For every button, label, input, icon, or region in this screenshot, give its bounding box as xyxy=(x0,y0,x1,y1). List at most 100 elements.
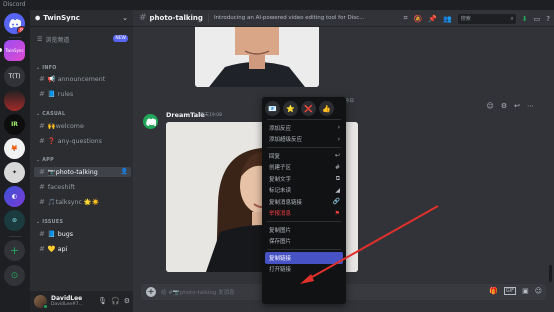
gear-icon[interactable]: ⚙ xyxy=(124,297,130,305)
category-casual[interactable]: ⌄ CASUAL xyxy=(36,112,65,117)
gift-icon[interactable]: 🎁 xyxy=(489,287,498,295)
bell-icon[interactable]: 🔕 xyxy=(414,15,423,23)
menu-create-thread[interactable]: 创建子区 # xyxy=(265,162,343,174)
server-twinsync[interactable]: TwinSync xyxy=(4,40,25,61)
server-red[interactable] xyxy=(4,90,25,111)
channel-announcement[interactable]: # 📢 announcement xyxy=(34,74,131,84)
channel-emoji: 📷 xyxy=(47,169,56,176)
search-input[interactable]: 搜索 ⌕ xyxy=(457,13,516,24)
menu-add-reaction[interactable]: 添加反应 › xyxy=(265,122,343,134)
avatar[interactable] xyxy=(34,295,48,309)
headphones-icon[interactable]: 🎧 xyxy=(111,297,120,305)
sticker-icon[interactable]: ▣ xyxy=(522,287,529,295)
menu-copy-image[interactable]: 复制图片 xyxy=(265,224,343,236)
menu-label: 复制图片 xyxy=(269,227,292,234)
category-info[interactable]: ⌄ INFO xyxy=(36,66,57,71)
hash-icon: # xyxy=(39,90,45,98)
reaction-cross[interactable]: ❌ xyxy=(301,101,316,116)
channel-emoji: 💛 xyxy=(47,246,56,253)
channel-rules[interactable]: # 📘 rules xyxy=(34,89,131,99)
server-ir[interactable]: IR xyxy=(4,114,25,135)
edit-icon[interactable]: ⚙ xyxy=(501,102,507,110)
reply-icon: ↩ xyxy=(334,152,340,159)
download-icon[interactable]: ⬇ xyxy=(522,15,528,23)
hash-icon: # xyxy=(39,137,45,145)
copy-icon: ⧉ xyxy=(335,175,340,182)
hash-icon: # xyxy=(39,75,45,83)
server-blue[interactable]: ◐ xyxy=(4,186,25,207)
menu-open-link[interactable]: 打开链接 xyxy=(265,264,343,276)
shield-icon: ⬢ xyxy=(35,14,41,22)
hash-icon: # xyxy=(39,230,45,238)
server-t[interactable]: T(T) xyxy=(4,66,25,87)
chevron-right-icon: › xyxy=(337,124,340,131)
hash-icon: # xyxy=(39,122,45,130)
category-label: APP xyxy=(42,158,54,163)
menu-report-message[interactable]: 举报消息 ⚑ xyxy=(265,208,343,220)
channel-bugs[interactable]: # 📘 bugs xyxy=(34,229,131,239)
menu-mark-unread[interactable]: 标记未读 ◢ xyxy=(265,185,343,197)
server-fox[interactable]: 🦊 xyxy=(4,138,25,159)
reaction-thumbs-up[interactable]: 👍 xyxy=(319,101,334,116)
add-server-button[interactable]: + xyxy=(4,240,25,261)
previous-image[interactable] xyxy=(195,27,319,87)
browse-channels[interactable]: ☰ 浏览频道 NEW xyxy=(33,34,130,45)
message-timestamp: 昨天19:08 xyxy=(200,113,222,118)
discover-button[interactable]: ⊙ xyxy=(4,265,25,286)
channel-photo-talking[interactable]: # 📷 photo-talking 👤 xyxy=(34,167,131,177)
help-icon[interactable]: ? xyxy=(546,15,550,23)
bot-avatar[interactable] xyxy=(143,114,158,129)
link-icon: 🔗 xyxy=(332,198,340,205)
header-divider xyxy=(207,13,209,23)
channel-topic[interactable]: Introducing an AI-powered video editing … xyxy=(214,15,364,21)
unread-badge: 9 xyxy=(17,26,25,34)
chevron-down-icon: ⌄ xyxy=(122,14,128,22)
channel-any-questions[interactable]: # ❓ any-questions xyxy=(34,136,131,146)
add-reaction-icon[interactable]: ☺ xyxy=(487,102,494,110)
channel-welcome[interactable]: # 🙌 welcome xyxy=(34,121,131,131)
menu-reply[interactable]: 回复 ↩ xyxy=(265,150,343,162)
rail-divider xyxy=(9,37,21,38)
reply-icon[interactable]: ↩ xyxy=(514,102,520,110)
menu-save-image[interactable]: 保存图片 xyxy=(265,236,343,248)
members-icon[interactable]: 👥 xyxy=(443,15,452,23)
microphone-icon[interactable]: 🎙 xyxy=(98,297,107,305)
pin-icon[interactable]: 📌 xyxy=(428,15,437,23)
channel-talksync[interactable]: # 🎵 talksync 🌟☀️ xyxy=(34,197,131,207)
hash-icon: # xyxy=(39,198,45,206)
more-icon[interactable]: ⋯ xyxy=(527,102,534,110)
upload-plus-icon[interactable]: + xyxy=(146,287,156,297)
server-teal[interactable]: ⊛ xyxy=(4,210,25,231)
menu-divider xyxy=(267,147,341,148)
inbox-icon[interactable]: ▭ xyxy=(534,15,541,23)
category-issues[interactable]: ⌄ ISSUES xyxy=(36,220,63,225)
menu-divider xyxy=(267,249,341,250)
channel-faceshift[interactable]: # faceshift xyxy=(34,182,131,192)
unread-icon: ◢ xyxy=(335,186,340,194)
home-button[interactable]: 9 xyxy=(4,13,25,34)
user-tag: DavidLee#7... xyxy=(51,302,83,308)
menu-copy-text[interactable]: 复制文字 ⧉ xyxy=(265,173,343,185)
server-header[interactable]: ⬢ TwinSync ⌄ xyxy=(30,10,133,27)
discord-logo-icon xyxy=(145,117,156,126)
gif-icon[interactable]: GIF xyxy=(503,287,517,295)
category-app[interactable]: ⌄ APP xyxy=(36,158,54,163)
channel-api[interactable]: # 💛 api xyxy=(34,244,131,254)
emoji-icon[interactable]: ☺ xyxy=(535,287,542,295)
flag-icon: ⚑ xyxy=(334,209,340,217)
server-cat[interactable]: ✦ xyxy=(4,162,25,183)
menu-copy-link[interactable]: 复制链接 xyxy=(265,252,343,264)
status-indicator xyxy=(43,304,48,309)
message-author[interactable]: DreamTale xyxy=(166,111,205,119)
add-user-icon[interactable]: 👤 xyxy=(121,168,128,175)
rail-divider xyxy=(9,236,21,237)
scrollbar[interactable] xyxy=(549,265,552,282)
reaction-envelope[interactable]: 📧 xyxy=(265,101,280,116)
app-name: Discord xyxy=(3,1,26,8)
menu-add-super-reaction[interactable]: 添加超级反应 › xyxy=(265,134,343,146)
list-icon: ☰ xyxy=(37,36,43,43)
threads-icon[interactable]: ⌗ xyxy=(404,14,408,23)
reaction-star[interactable]: ⭐ xyxy=(283,101,298,116)
menu-copy-message-link[interactable]: 复制消息链接 🔗 xyxy=(265,196,343,208)
menu-label: 添加反应 xyxy=(269,125,292,132)
